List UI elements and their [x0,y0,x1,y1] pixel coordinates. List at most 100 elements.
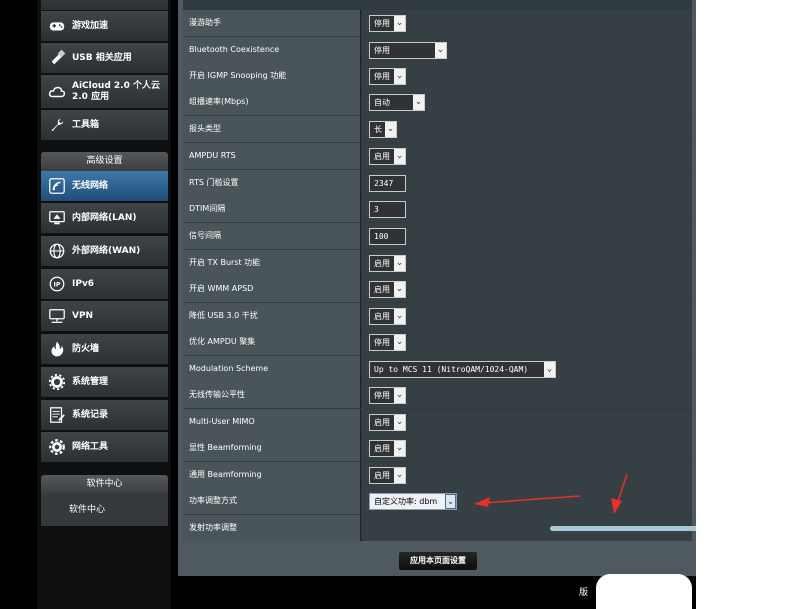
setting-select[interactable]: 停用 ⌄ [369,334,406,351]
setting-select[interactable]: 启用 ⌄ [369,467,406,484]
setting-select[interactable]: 启用 ⌄ [369,148,406,165]
select-value: 启用 [374,471,390,480]
software-center-header: 软件中心 [41,475,168,494]
sidebar-item-label: 系统记录 [72,409,109,420]
setting-input[interactable]: 3 [369,201,406,218]
select-value: 停用 [374,338,390,347]
setting-select[interactable]: 启用 ⌄ [369,440,406,457]
setting-label: Modulation Scheme [183,356,361,382]
settings-row: Bluetooth Coexistence 停用 ⌄ [183,37,692,63]
sidebar-item-admin[interactable]: 系统管理 [41,367,168,398]
setting-select[interactable]: 启用 ⌄ [369,414,406,431]
setting-label: DTIM间隔 [183,196,361,222]
setting-select[interactable]: 启用 ⌄ [369,255,406,272]
sidebar-item-toolbox[interactable]: 工具箱 [41,110,168,141]
chevron-down-icon: ⌄ [394,149,405,164]
setting-label: Bluetooth Coexistence [183,37,361,63]
settings-row: 降低 USB 3.0 干扰 启用 ⌄ [183,303,692,329]
sidebar-item-lan[interactable]: 内部网络(LAN) [41,203,168,234]
setting-value-cell: 100 [362,223,692,249]
wrench-icon [47,115,67,135]
sidebar-item-vpn[interactable]: VPN [41,301,168,332]
sidebar-item-firewall[interactable]: 防火墙 [41,334,168,365]
right-margin [696,0,800,609]
setting-label: 组播速率(Mbps) [183,89,361,115]
settings-row: Multi-User MIMO 启用 ⌄ [183,409,692,435]
setting-input[interactable]: 2347 [369,175,406,192]
sidebar-item-label: 外部网络(WAN) [72,245,141,256]
setting-label: 优化 AMPDU 聚集 [183,329,361,355]
sidebar-item-syslog[interactable]: 系统记录 [41,400,168,431]
setting-value-cell: 2347 [362,170,692,196]
sidebar-item-wireless[interactable]: 无线网络 [41,171,168,202]
settings-row: 开启 TX Burst 功能 启用 ⌄ [183,250,692,276]
setting-select[interactable]: Up to MCS 11 (NitroQAM/1024-QAM) ⌄ [369,361,556,378]
settings-row: 优化 AMPDU 聚集 停用 ⌄ [183,329,692,355]
setting-value-cell: Up to MCS 11 (NitroQAM/1024-QAM) ⌄ [362,356,692,382]
chevron-down-icon: ⌄ [394,335,405,350]
settings-row: 通用 Beamforming 启用 ⌄ [183,462,692,488]
setting-select[interactable]: 启用 ⌄ [369,281,406,298]
chevron-down-icon: ⌄ [394,388,405,403]
chevron-down-icon: ⌄ [394,441,405,456]
setting-label: AMPDU RTS [183,143,361,169]
setting-label: 漫游助手 [183,10,361,36]
gear-icon [47,372,67,392]
usb-icon [47,48,67,68]
footer-text: 版 [579,588,589,598]
setting-value-cell: 启用 ⌄ [362,409,692,435]
setting-value-cell: 启用 ⌄ [362,143,692,169]
chevron-down-icon: ⌄ [413,95,424,110]
setting-select[interactable]: 停用 ⌄ [369,15,406,32]
select-value: 自定义功率: dbm [374,497,438,506]
sidebar-item-label: IPv6 [72,278,95,289]
chevron-down-icon: ⌄ [394,415,405,430]
setting-select[interactable]: 自动 ⌄ [369,94,425,111]
setting-label: 开启 TX Burst 功能 [183,250,361,276]
sidebar-item-label: 内部网络(LAN) [72,212,137,223]
sidebar-item-label: VPN [72,310,94,321]
home-network-icon [47,208,67,228]
setting-label: 显性 Beamforming [183,435,361,461]
setting-value-cell: 启用 ⌄ [362,276,692,302]
sidebar-item-usb[interactable]: USB 相关应用 [41,43,168,74]
settings-row: Modulation Scheme Up to MCS 11 (NitroQAM/… [183,356,692,382]
sidebar-item-game-boost[interactable]: 游戏加速 [41,11,168,42]
sidebar-item-label: 无线网络 [72,180,109,191]
setting-value-cell: 26dbm 398mW [362,515,800,559]
apply-button[interactable]: 应用本页面设置 [398,551,478,571]
setting-select[interactable]: 启用 ⌄ [369,308,406,325]
settings-row: 显性 Beamforming 启用 ⌄ [183,435,692,461]
chevron-down-icon: ⌄ [394,309,405,324]
setting-select[interactable]: 停用 ⌄ [369,387,406,404]
sidebar-item-network-tools[interactable]: 网络工具 [41,432,168,463]
cloud-icon [47,82,67,102]
firewall-icon [47,339,67,359]
sidebar-item-software-center[interactable]: 软件中心 [41,494,168,526]
setting-select[interactable]: 停用 ⌄ [369,42,447,59]
settings-row: 发射功率调整26dbm 398mW [183,515,800,559]
setting-input[interactable]: 100 [369,228,406,245]
setting-label: 功率调整方式 [183,488,361,514]
setting-select[interactable]: 自定义功率: dbm ⌄ [369,493,457,510]
setting-label: 信号间隔 [183,223,361,249]
sidebar-item-ipv6[interactable]: IP IPv6 [41,269,168,300]
settings-row: DTIM间隔 3 [183,196,692,222]
chevron-down-icon: ⌄ [394,282,405,297]
settings-row: RTS 门槛设置 2347 [183,170,692,196]
select-value: 停用 [374,46,390,55]
setting-select[interactable]: 长 ⌄ [369,121,397,138]
sidebar-item-wan[interactable]: 外部网络(WAN) [41,236,168,267]
svg-text:IP: IP [54,282,61,289]
select-value: 停用 [374,391,390,400]
chevron-down-icon: ⌄ [394,16,405,31]
setting-select[interactable]: 停用 ⌄ [369,68,406,85]
select-value: 长 [374,125,382,134]
setting-label: 降低 USB 3.0 干扰 [183,303,361,329]
sidebar-item-prev[interactable] [41,0,168,11]
sidebar-item-aicloud[interactable]: AiCloud 2.0 个人云 2.0 应用 [41,75,168,109]
sidebar-item-label: 防火墙 [72,343,100,354]
sidebar: 游戏加速 USB 相关应用 AiCloud 2.0 个人云 2.0 应用 工具箱… [37,0,171,609]
setting-value-cell: 停用 ⌄ [362,10,692,36]
left-margin [0,0,37,609]
